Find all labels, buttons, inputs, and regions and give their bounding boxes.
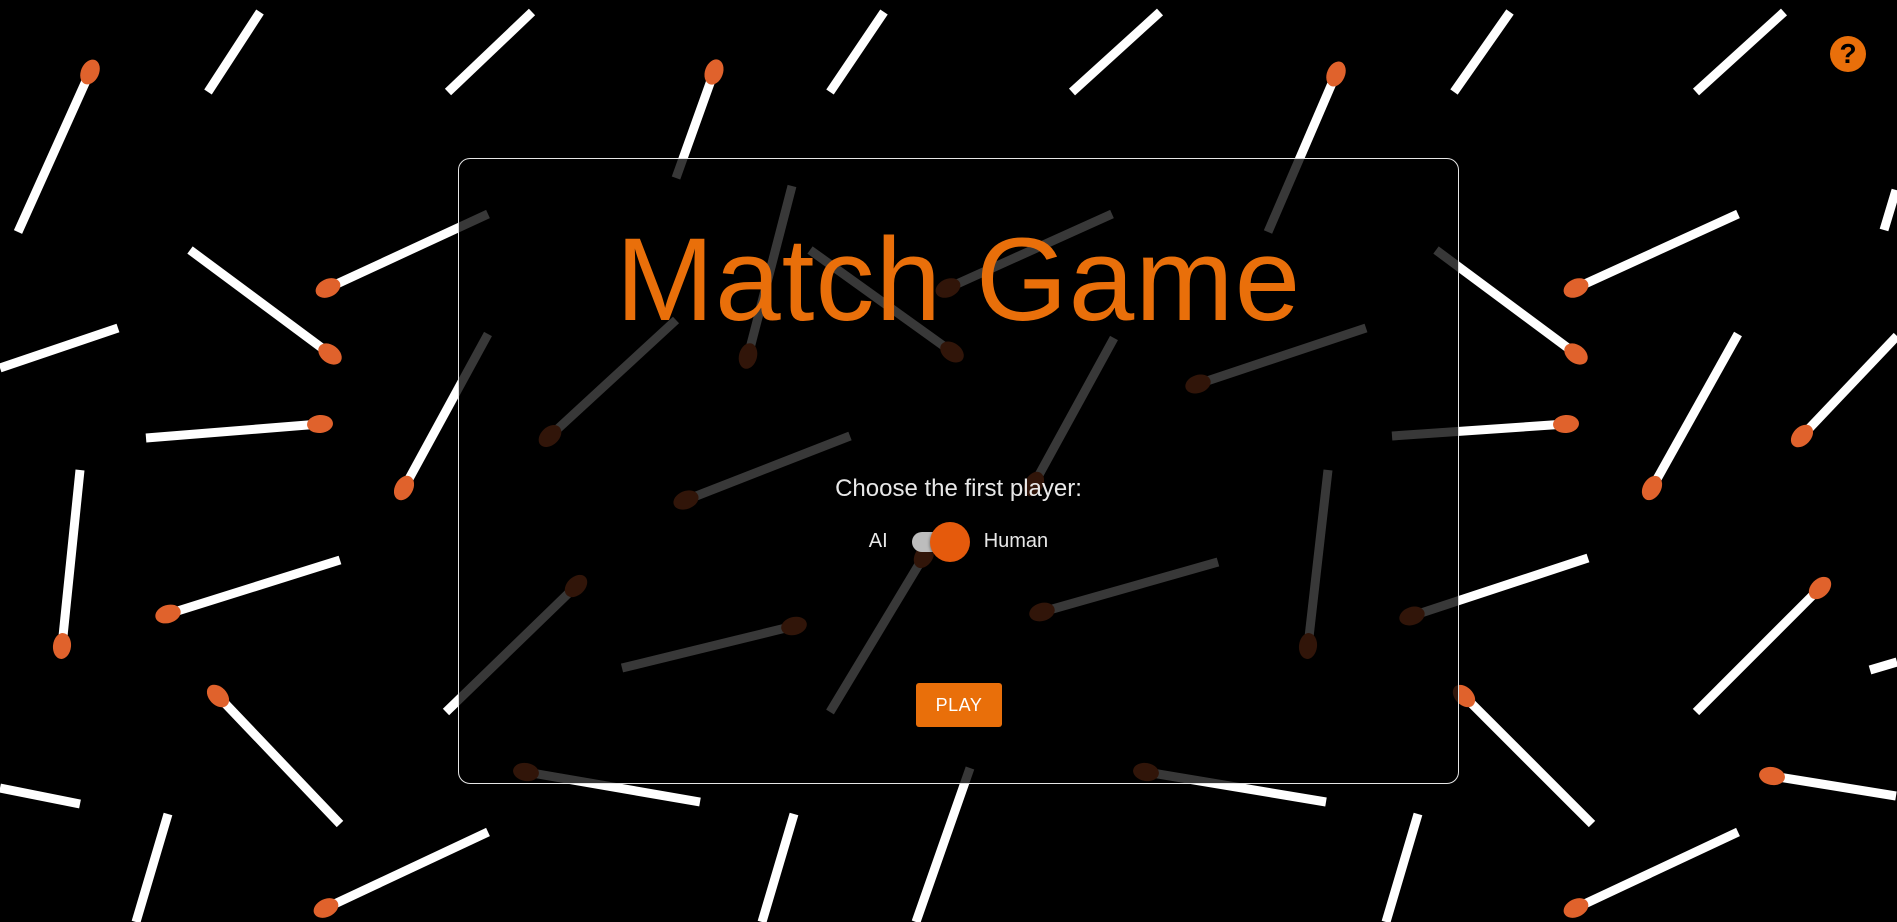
matchstick <box>1433 246 1588 365</box>
matchstick <box>1452 684 1596 828</box>
matchstick-body <box>204 9 264 95</box>
matchstick <box>1879 188 1897 232</box>
game-screen: ? Match Game Choose the first player: AI… <box>0 0 1897 922</box>
matchstick-body <box>1879 188 1897 232</box>
matchstick <box>1692 8 1788 96</box>
matchstick <box>145 414 333 443</box>
matchstick-body <box>166 555 342 619</box>
first-player-toggle[interactable] <box>908 521 970 562</box>
matchstick <box>911 766 975 922</box>
matchstick-body <box>911 766 975 922</box>
matchstick-body <box>1450 9 1514 95</box>
matchstick-head <box>1759 766 1785 786</box>
matchstick-body <box>214 692 344 828</box>
matchstick <box>1692 576 1832 716</box>
matchstick <box>826 9 888 95</box>
first-player-selector: AI Human <box>459 521 1458 562</box>
matchstick <box>1563 209 1740 298</box>
matchstick-body <box>57 469 85 647</box>
matchstick <box>187 246 342 365</box>
matchstick <box>757 812 799 922</box>
matchstick-body <box>187 246 333 358</box>
matchstick <box>444 8 536 96</box>
option-ai-label[interactable]: AI <box>869 530 888 553</box>
matchstick <box>1759 766 1897 801</box>
first-player-prompt: Choose the first player: <box>835 475 1082 502</box>
matchstick <box>206 684 344 828</box>
matchstick <box>0 323 120 373</box>
matchstick-body <box>1771 771 1897 801</box>
matchstick <box>1450 9 1514 95</box>
matchstick <box>1381 812 1423 922</box>
matchstick-body <box>1574 209 1740 293</box>
matchstick-body <box>145 419 321 443</box>
matchstick-body <box>0 323 120 373</box>
matchstick-body <box>444 8 536 96</box>
matchstick <box>313 827 490 918</box>
matchstick <box>13 59 100 234</box>
matchstick-head <box>1553 414 1579 434</box>
matchstick <box>204 9 264 95</box>
matchstick <box>131 812 173 922</box>
matchstick-body <box>1798 332 1897 440</box>
matchstick <box>1563 827 1740 918</box>
matchstick-body <box>1068 8 1164 96</box>
matchstick-head <box>704 59 724 85</box>
matchstick-body <box>13 70 95 234</box>
matchstick-body <box>1460 692 1596 828</box>
matchstick <box>52 469 85 659</box>
help-button[interactable]: ? <box>1830 36 1866 72</box>
matchstick-head <box>52 633 72 659</box>
matchstick-head <box>155 604 181 624</box>
matchstick-body <box>1574 827 1740 913</box>
game-title: Match Game <box>615 214 1302 346</box>
matchstick-body <box>1868 657 1897 675</box>
matchstick <box>0 783 81 809</box>
matchstick <box>1641 331 1742 501</box>
matchstick <box>155 555 342 624</box>
matchstick-body <box>324 827 490 913</box>
matchstick-body <box>0 783 81 809</box>
option-human-label[interactable]: Human <box>984 530 1048 553</box>
matchstick <box>1068 8 1164 96</box>
matchstick <box>1790 332 1897 448</box>
play-button[interactable]: PLAY <box>916 683 1002 727</box>
matchstick-body <box>1692 584 1824 716</box>
matchstick-body <box>826 9 888 95</box>
matchstick-body <box>1692 8 1788 96</box>
matchstick-head <box>307 414 333 434</box>
matchstick-body <box>1381 812 1423 922</box>
toggle-thumb[interactable] <box>929 522 970 562</box>
matchstick <box>1868 657 1897 675</box>
matchstick-body <box>1648 331 1742 491</box>
matchstick-body <box>131 812 173 922</box>
matchstick-body <box>757 812 799 922</box>
setup-panel: Match Game Choose the first player: AI H… <box>458 158 1459 784</box>
